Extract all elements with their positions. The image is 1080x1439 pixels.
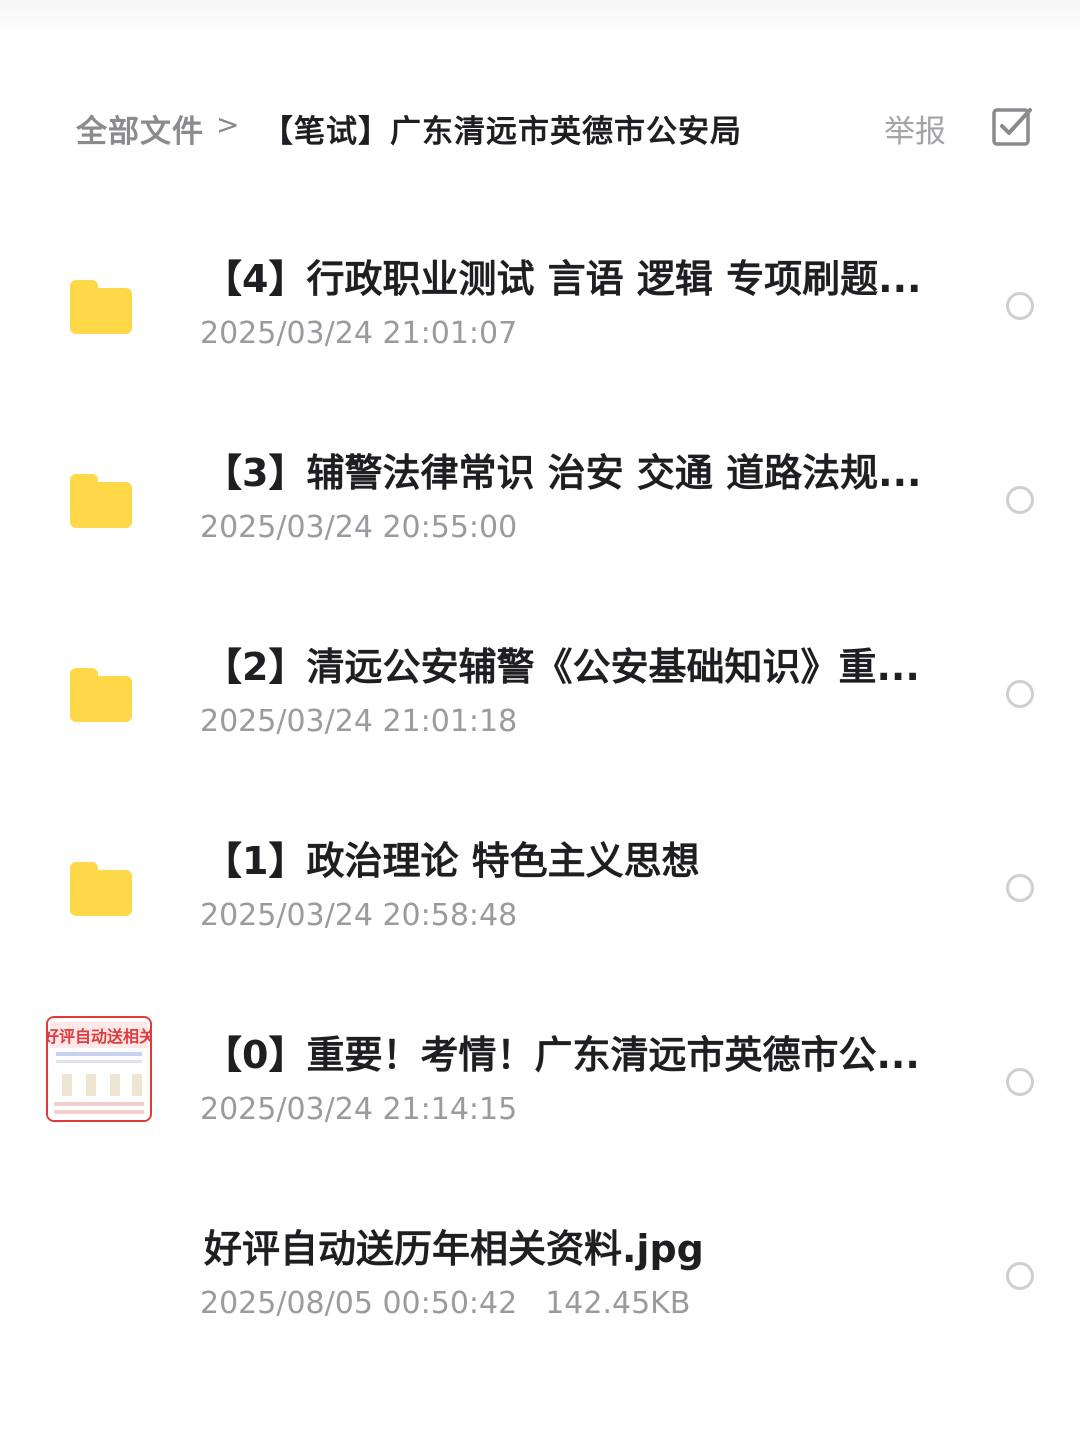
list-item[interactable]: 【0】重要！考情！广东清远市英德市公... 2025/03/24 21:14:1… xyxy=(0,984,1080,1178)
file-list: 【4】行政职业测试 言语 逻辑 专项刷题... 2025/03/24 21:01… xyxy=(0,208,1080,1372)
image-preview-icon: 好评自动送相关 xyxy=(48,1018,150,1120)
item-meta: 2025/03/24 20:58:48 xyxy=(200,896,517,936)
list-item[interactable]: 【1】政治理论 特色主义思想 2025/03/24 20:58:48 xyxy=(0,790,1080,984)
item-date: 2025/08/05 00:50:42 xyxy=(200,1286,518,1321)
item-date: 2025/03/24 21:14:15 xyxy=(200,1092,518,1127)
item-date: 2025/03/24 20:55:00 xyxy=(200,510,518,545)
list-item[interactable]: 【2】清远公安辅警《公安基础知识》重... 2025/03/24 21:01:1… xyxy=(0,596,1080,790)
folder-icon xyxy=(70,474,132,528)
item-meta: 2025/03/24 21:01:07 xyxy=(200,314,517,354)
select-radio[interactable] xyxy=(1006,680,1034,708)
item-meta: 2025/03/24 21:01:18 xyxy=(200,702,517,742)
select-radio[interactable] xyxy=(1006,1068,1034,1096)
list-item[interactable]: 好评自动送历年相关资料.jpg 2025/08/05 00:50:42 142.4… xyxy=(0,1178,1080,1372)
folder-icon xyxy=(70,668,132,722)
select-radio[interactable] xyxy=(1006,486,1034,514)
select-radio[interactable] xyxy=(1006,874,1034,902)
image-thumbnail: 好评自动送相关 xyxy=(46,1016,152,1122)
folder-icon xyxy=(70,862,132,916)
item-name: 【1】政治理论 特色主义思想 xyxy=(204,839,700,883)
top-edge xyxy=(0,0,1080,40)
item-meta: 2025/03/24 20:55:00 xyxy=(200,508,517,548)
item-meta: 2025/03/24 21:14:15 xyxy=(200,1090,517,1130)
report-button[interactable]: 举报 xyxy=(884,106,946,151)
item-meta: 2025/08/05 00:50:42 142.45KB xyxy=(200,1284,690,1324)
select-radio[interactable] xyxy=(1006,292,1034,320)
svg-text:好评自动送相关: 好评自动送相关 xyxy=(48,1027,150,1046)
checkbox-icon xyxy=(992,108,1032,146)
item-size: 142.45KB xyxy=(545,1286,691,1321)
breadcrumb-root[interactable]: 全部文件 xyxy=(76,106,204,151)
list-item[interactable]: 【3】辅警法律常识 治安 交通 道路法规... 2025/03/24 20:55… xyxy=(0,402,1080,596)
breadcrumb-separator: > xyxy=(216,108,240,141)
item-name: 【0】重要！考情！广东清远市英德市公... xyxy=(204,1033,920,1077)
select-radio[interactable] xyxy=(1006,1262,1034,1290)
list-item[interactable]: 【4】行政职业测试 言语 逻辑 专项刷题... 2025/03/24 21:01… xyxy=(0,208,1080,402)
item-name: 【2】清远公安辅警《公安基础知识》重... xyxy=(204,645,920,689)
item-name: 【4】行政职业测试 言语 逻辑 专项刷题... xyxy=(204,257,922,301)
item-date: 2025/03/24 21:01:18 xyxy=(200,704,518,739)
header-bar: 全部文件 > 【笔试】广东清远市英德市公安局 举报 xyxy=(0,96,1080,158)
breadcrumb-current: 【笔试】广东清远市英德市公安局 xyxy=(262,114,742,150)
item-name: 好评自动送历年相关资料.jpg xyxy=(204,1227,704,1271)
select-all-checkbox[interactable] xyxy=(990,104,1034,148)
item-date: 2025/03/24 20:58:48 xyxy=(200,898,518,933)
item-name: 【3】辅警法律常识 治安 交通 道路法规... xyxy=(204,451,922,495)
item-date: 2025/03/24 21:01:07 xyxy=(200,316,518,351)
folder-icon xyxy=(70,280,132,334)
